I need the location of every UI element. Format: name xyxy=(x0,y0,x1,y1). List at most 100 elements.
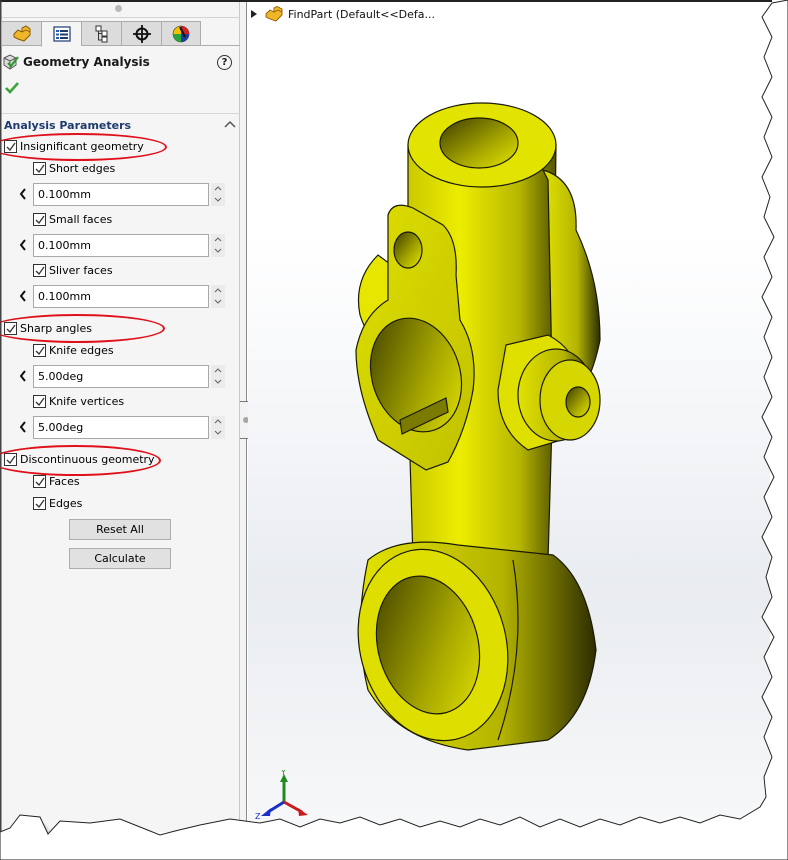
spin-up-button[interactable] xyxy=(211,284,225,296)
tab-property-manager[interactable] xyxy=(41,21,81,47)
reverse-direction-button[interactable] xyxy=(17,237,29,253)
part-name[interactable]: FindPart (Default<<Defa... xyxy=(288,8,435,21)
small-faces-spinner[interactable] xyxy=(211,233,225,257)
sliver-faces-spinner[interactable] xyxy=(211,284,225,308)
checkbox[interactable] xyxy=(33,497,46,510)
reverse-direction-button[interactable] xyxy=(17,419,29,435)
checkbox-label: Small faces xyxy=(49,213,113,226)
chevron-left-icon xyxy=(19,188,26,200)
check-icon xyxy=(35,266,45,275)
screenshot-frame: Geometry Analysis ? Analysis Parameters … xyxy=(0,0,770,832)
divider xyxy=(1,113,241,114)
chevron-down-icon xyxy=(214,379,222,385)
check-icon xyxy=(35,215,45,224)
part-model[interactable] xyxy=(338,90,718,760)
chevron-up-icon xyxy=(214,287,222,293)
collapse-button[interactable] xyxy=(223,118,237,130)
y-axis-label: Y xyxy=(280,770,286,777)
checkbox-label: Faces xyxy=(49,475,80,488)
short-edges-value-row xyxy=(17,182,225,206)
ok-button[interactable] xyxy=(5,82,19,97)
geometry-analysis-icon xyxy=(3,54,19,70)
panel-grip[interactable] xyxy=(115,5,122,12)
checkbox-sharp-angles[interactable]: Sharp angles xyxy=(4,322,92,335)
spin-up-button[interactable] xyxy=(211,364,225,376)
checkbox-label: Sliver faces xyxy=(49,264,113,277)
checkbox[interactable] xyxy=(33,344,46,357)
check-icon xyxy=(35,397,45,406)
tab-display-manager[interactable] xyxy=(161,21,201,46)
spin-down-button[interactable] xyxy=(211,245,225,257)
reset-all-button[interactable]: Reset All xyxy=(69,519,171,540)
chevron-up-icon xyxy=(214,418,222,424)
short-edges-spinner[interactable] xyxy=(211,182,225,206)
checkbox-discontinuous-geometry[interactable]: Discontinuous geometry xyxy=(4,453,155,466)
spin-down-button[interactable] xyxy=(211,376,225,388)
calculate-button[interactable]: Calculate xyxy=(69,548,171,569)
knife-edges-input[interactable] xyxy=(33,364,209,388)
checkbox-label: Edges xyxy=(49,497,83,510)
checkbox-small-faces[interactable]: Small faces xyxy=(33,213,112,226)
checkbox[interactable] xyxy=(4,322,17,335)
knife-vertices-input[interactable] xyxy=(33,415,209,439)
check-icon xyxy=(35,499,45,508)
checkbox-knife-edges[interactable]: Knife edges xyxy=(33,344,114,357)
spin-up-button[interactable] xyxy=(211,182,225,194)
checkbox-label: Sharp angles xyxy=(20,322,92,335)
checkbox-edges[interactable]: Edges xyxy=(33,497,82,510)
checkbox-faces[interactable]: Faces xyxy=(33,475,80,488)
checkbox[interactable] xyxy=(33,213,46,226)
knife-edges-spinner[interactable] xyxy=(211,364,225,388)
checkbox-label: Discontinuous geometry xyxy=(20,453,155,466)
reverse-direction-button[interactable] xyxy=(17,288,29,304)
spin-down-button[interactable] xyxy=(211,194,225,206)
small-faces-input[interactable] xyxy=(33,233,209,257)
graphics-area[interactable]: FindPart (Default<<Defa... Y Z xyxy=(248,0,770,832)
z-axis-label: Z xyxy=(255,812,261,820)
feature-manager-icon xyxy=(13,24,30,42)
triangle-right-icon xyxy=(251,10,257,18)
small-faces-value-row xyxy=(17,233,225,257)
spin-up-button[interactable] xyxy=(211,233,225,245)
checkbox[interactable] xyxy=(4,140,17,153)
checkbox[interactable] xyxy=(33,395,46,408)
checkbox-label: Short edges xyxy=(49,162,116,175)
check-icon xyxy=(6,142,16,151)
divider xyxy=(1,17,241,18)
spin-up-button[interactable] xyxy=(211,415,225,427)
chevron-left-icon xyxy=(19,239,26,251)
checkbox[interactable] xyxy=(33,264,46,277)
reference-triad[interactable]: Y Z xyxy=(254,770,314,820)
flyout-feature-tree: FindPart (Default<<Defa... xyxy=(248,6,435,22)
checkbox-short-edges[interactable]: Short edges xyxy=(33,162,115,175)
spin-down-button[interactable] xyxy=(211,296,225,308)
chevron-left-icon xyxy=(19,290,26,302)
checkbox-knife-vertices[interactable]: Knife vertices xyxy=(33,395,124,408)
sliver-faces-input[interactable] xyxy=(33,284,209,308)
reverse-direction-button[interactable] xyxy=(17,368,29,384)
tab-dimxpert-manager[interactable] xyxy=(121,21,161,46)
help-button[interactable]: ? xyxy=(217,55,232,70)
reverse-direction-button[interactable] xyxy=(17,186,29,202)
configuration-manager-icon xyxy=(95,25,107,42)
checkbox[interactable] xyxy=(33,162,46,175)
checkbox[interactable] xyxy=(4,453,17,466)
chevron-up-icon xyxy=(224,120,236,128)
tab-feature-manager[interactable] xyxy=(1,21,41,46)
spin-down-button[interactable] xyxy=(211,427,225,439)
short-edges-input[interactable] xyxy=(33,182,209,206)
checkbox-label: Knife edges xyxy=(49,344,114,357)
checkbox-sliver-faces[interactable]: Sliver faces xyxy=(33,264,113,277)
dimxpert-manager-icon xyxy=(132,24,151,43)
tab-configuration-manager[interactable] xyxy=(81,21,121,46)
part-icon xyxy=(265,6,283,22)
chevron-down-icon xyxy=(214,197,222,203)
checkbox-insignificant-geometry[interactable]: Insignificant geometry xyxy=(4,140,144,153)
model-geometry xyxy=(355,102,601,751)
property-manager-icon xyxy=(52,26,71,42)
check-icon xyxy=(35,164,45,173)
expand-button[interactable] xyxy=(248,8,260,20)
knife-vertices-spinner[interactable] xyxy=(211,415,225,439)
checkbox[interactable] xyxy=(33,475,46,488)
checkbox-label: Knife vertices xyxy=(49,395,125,408)
